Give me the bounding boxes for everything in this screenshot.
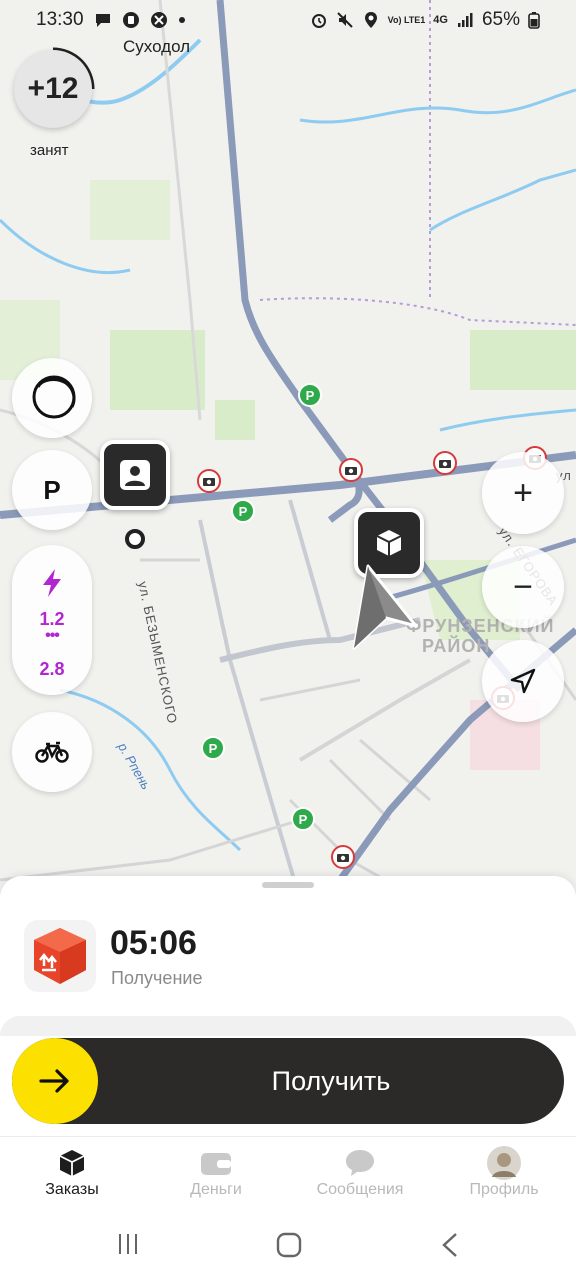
gas-station-icon[interactable]: P: [201, 736, 225, 760]
status-bar: 13:30 Vo) LTE1 4G 65%: [0, 0, 576, 40]
transport-mode-button[interactable]: [12, 712, 92, 792]
message-icon: [95, 14, 110, 27]
surge-coefficient-widget[interactable]: 1.2 ••• 2.8: [12, 545, 92, 695]
tab-orders-label: Заказы: [45, 1181, 99, 1198]
order-timer: 05:06: [110, 924, 197, 962]
wallet-icon: [201, 1153, 231, 1175]
swipe-knob[interactable]: [12, 1038, 98, 1124]
zoom-in-button[interactable]: +: [482, 452, 564, 534]
arrow-right-icon: [39, 1069, 69, 1093]
mute-icon: [336, 12, 353, 28]
tab-money-label: Деньги: [190, 1181, 242, 1198]
speed-camera-icon[interactable]: [331, 845, 355, 869]
locate-me-button[interactable]: [482, 640, 564, 722]
home-icon[interactable]: [276, 1232, 302, 1258]
zoom-out-button[interactable]: −: [482, 546, 564, 628]
chat-bubble-icon: [346, 1150, 374, 1176]
layers-button[interactable]: [12, 358, 92, 438]
navigation-arrow-icon: [510, 668, 536, 694]
parking-button[interactable]: P: [12, 450, 92, 530]
lightning-icon: [43, 569, 61, 597]
app-notification-icon: [122, 12, 139, 28]
battery-percent: 65%: [481, 9, 520, 30]
courier-location-arrow-icon: [352, 564, 418, 650]
tab-profile[interactable]: Профиль: [432, 1137, 576, 1213]
bicycle-icon: [35, 741, 69, 763]
gas-station-icon[interactable]: P: [231, 499, 255, 523]
bottom-tab-bar: Заказы Деньги Сообщения Профиль: [0, 1136, 576, 1212]
tab-money[interactable]: Деньги: [144, 1137, 288, 1213]
place-label: Суходол: [123, 37, 191, 56]
app-notification-icon-2: [150, 12, 167, 28]
back-icon[interactable]: [440, 1232, 460, 1258]
alarm-icon: [311, 14, 326, 28]
system-navigation-bar: [0, 1212, 576, 1280]
gas-station-icon[interactable]: P: [291, 807, 315, 831]
tab-profile-label: Профиль: [469, 1181, 539, 1198]
tab-messages-label: Сообщения: [316, 1181, 404, 1198]
receive-swipe-button[interactable]: Получить: [12, 1038, 564, 1124]
receive-button-label: Получить: [271, 1066, 391, 1096]
sheet-divider: [0, 1016, 576, 1036]
speed-camera-icon[interactable]: [197, 469, 221, 493]
client-marker[interactable]: [100, 440, 170, 510]
box-icon: [376, 530, 402, 556]
order-type-icon: [24, 920, 96, 992]
coefficient-dots: •••: [45, 627, 60, 644]
layers-icon: [32, 375, 76, 419]
avatar: [487, 1146, 521, 1180]
pickup-point-icon: [125, 529, 145, 549]
sheet-drag-handle[interactable]: [262, 882, 314, 888]
location-icon: [364, 12, 377, 28]
more-notifications-dot-icon: [178, 17, 185, 23]
speed-camera-icon[interactable]: [339, 458, 363, 482]
coefficient-max: 2.8: [39, 659, 65, 679]
score-badge[interactable]: +12: [14, 50, 92, 128]
network-type: 4G: [433, 14, 448, 26]
order-bottom-sheet[interactable]: 05:06 Получение Получить: [0, 876, 576, 1136]
order-stage: Получение: [111, 968, 203, 988]
status-time: 13:30: [36, 9, 84, 30]
status-busy-label: занят: [30, 142, 69, 159]
recent-apps-icon[interactable]: [116, 1232, 140, 1256]
map-view[interactable]: 13:30 Vo) LTE1 4G 65% Суходол ул. БЕЗЫМЕ…: [0, 0, 576, 900]
orders-box-icon: [59, 1150, 85, 1176]
battery-icon: [528, 12, 540, 29]
gas-station-icon[interactable]: P: [298, 383, 322, 407]
tab-messages[interactable]: Сообщения: [288, 1137, 432, 1213]
person-icon: [120, 460, 150, 490]
signal-icon: [457, 13, 473, 27]
tab-orders[interactable]: Заказы: [0, 1137, 144, 1213]
parcel-box-icon: [34, 928, 86, 984]
speed-camera-icon[interactable]: [433, 451, 457, 475]
volte-label: Vo) LTE1: [387, 14, 426, 25]
